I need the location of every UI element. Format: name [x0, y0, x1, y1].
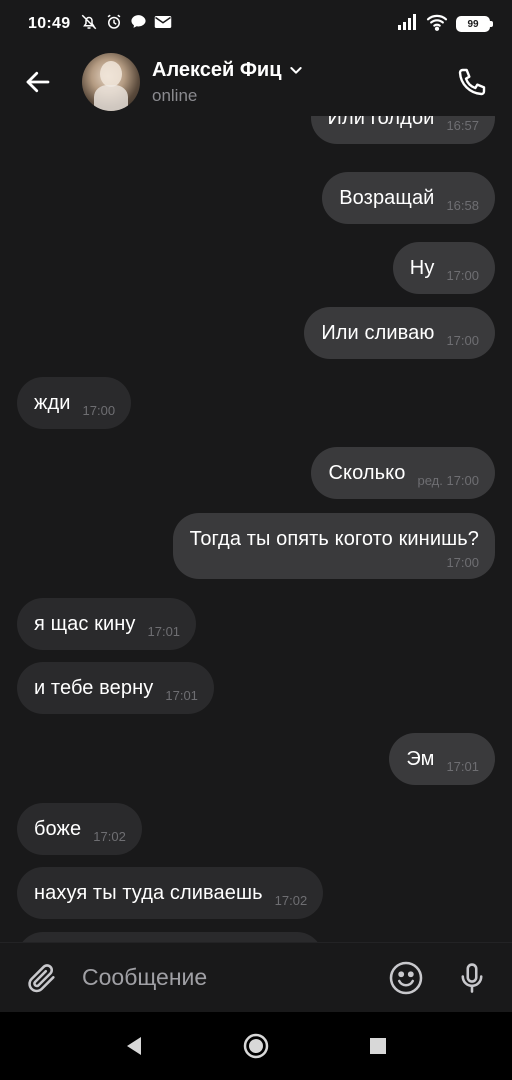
- message-bubble[interactable]: Или сливаю 17:00: [304, 307, 495, 359]
- message-text: и тебе верну: [34, 676, 154, 699]
- message-text: Тогда ты опять когото кинишь?: [189, 528, 479, 550]
- mail-icon: [154, 14, 172, 35]
- home-circle-icon: [243, 1033, 269, 1059]
- message-time: 17:01: [147, 623, 181, 639]
- message-bubble[interactable]: Или голдой 16:57: [310, 116, 495, 144]
- battery-icon: 99: [456, 16, 493, 32]
- smiley-icon: [389, 961, 423, 994]
- message-text: нахуя ты туда сливаешь: [34, 881, 263, 904]
- recents-square-icon: [370, 1038, 386, 1054]
- message-text: Сколько: [328, 461, 406, 484]
- back-triangle-icon: [127, 1037, 141, 1055]
- signal-icon: [398, 13, 418, 35]
- nav-recents-button[interactable]: [356, 1024, 400, 1068]
- paperclip-icon: [28, 963, 55, 992]
- message-text: боже: [34, 817, 82, 840]
- message-time: 17:02: [274, 892, 308, 908]
- message-bubble[interactable]: Тогда ты опять когото кинишь? 17:00: [172, 513, 495, 579]
- message-time: 17:00: [82, 402, 116, 418]
- status-time: 10:49: [28, 15, 71, 32]
- message-time: 17:01: [165, 687, 198, 703]
- message-bubble[interactable]: и тебе верну 17:01: [17, 662, 214, 714]
- alarm-icon: [105, 13, 123, 36]
- message-time: ред. 17:00: [417, 472, 479, 488]
- message-bubble[interactable]: нахуя ты туда сливаешь 17:02: [17, 867, 324, 919]
- message-text: Или сливаю: [321, 321, 435, 344]
- avatar[interactable]: [82, 53, 140, 111]
- emoji-button[interactable]: [384, 956, 428, 1000]
- message-time: 16:57: [446, 117, 479, 133]
- message-time: 17:00: [446, 267, 479, 283]
- message-bubble[interactable]: боже 17:02: [17, 803, 142, 855]
- arrow-left-icon: [26, 71, 50, 93]
- message-time: 17:01: [446, 758, 479, 774]
- contact-status: online: [152, 85, 198, 105]
- phone-icon: [458, 68, 486, 96]
- message-text: жди: [34, 391, 71, 414]
- chat-header: Алексей Фиц online: [0, 48, 512, 116]
- chat-bubble-icon: [130, 13, 147, 35]
- attach-button[interactable]: [20, 956, 64, 1000]
- message-list[interactable]: Или голдой 16:57 Возращай 16:58 Ну 17:00…: [0, 116, 512, 942]
- message-bubble[interactable]: я щас кину 17:01: [17, 598, 197, 650]
- message-input[interactable]: [82, 964, 384, 991]
- message-time: 17:00: [446, 555, 479, 570]
- microphone-icon: [461, 962, 483, 993]
- system-nav-bar: [0, 1012, 512, 1080]
- contact-info[interactable]: Алексей Фиц online: [152, 59, 304, 106]
- message-text: Возращай: [339, 186, 435, 209]
- nav-back-button[interactable]: [112, 1024, 156, 1068]
- message-text: Эм: [406, 747, 435, 770]
- message-bubble[interactable]: Сколько ред. 17:00: [311, 447, 495, 499]
- message-bubble[interactable]: Ну 17:00: [392, 242, 495, 294]
- notification-icons: [80, 13, 172, 36]
- call-button[interactable]: [442, 52, 502, 112]
- message-time: 16:58: [446, 197, 479, 213]
- wifi-icon: [426, 13, 448, 36]
- message-bubble[interactable]: Возращай 16:58: [322, 172, 495, 224]
- message-text: я щас кину: [34, 612, 136, 635]
- message-bubble[interactable]: жди 17:00: [17, 377, 132, 429]
- message-bubble-partial[interactable]: [17, 932, 323, 942]
- message-text: Ну: [409, 256, 435, 279]
- voice-record-button[interactable]: [450, 956, 494, 1000]
- message-time: 17:00: [446, 332, 479, 348]
- message-text: Или голдой: [327, 116, 435, 129]
- muted-bell-icon: [80, 13, 98, 36]
- message-time: 17:02: [93, 828, 126, 844]
- message-composer: [0, 942, 512, 1012]
- system-icons: 99: [398, 13, 493, 36]
- chevron-down-icon: [289, 67, 302, 74]
- contact-name: Алексей Фиц: [152, 58, 282, 81]
- nav-home-button[interactable]: [234, 1024, 278, 1068]
- chat-screen: 10:49 99 Алексей Фиц online Или голдой 1…: [0, 0, 512, 1080]
- message-bubble[interactable]: Эм 17:01: [389, 733, 495, 785]
- status-bar: 10:49 99: [0, 0, 512, 48]
- back-button[interactable]: [0, 52, 78, 112]
